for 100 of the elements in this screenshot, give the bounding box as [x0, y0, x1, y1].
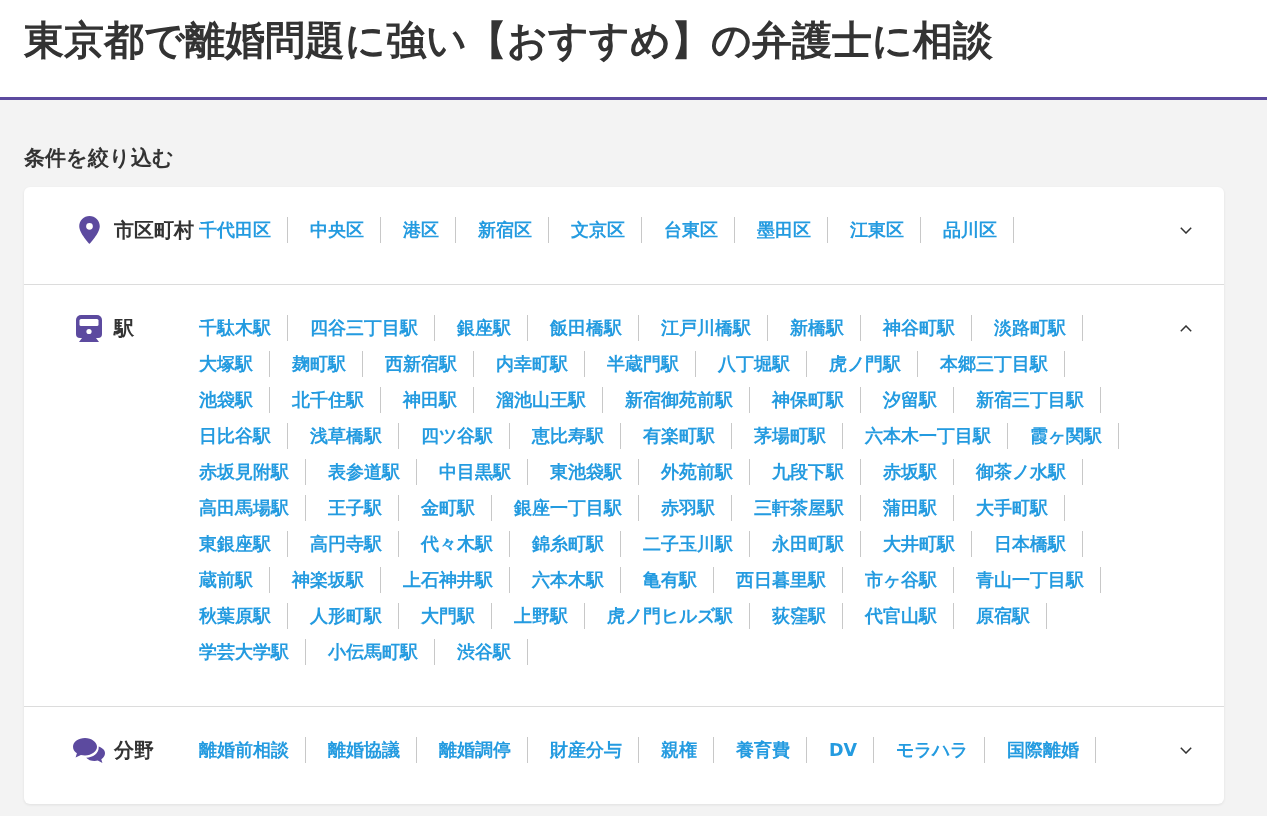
- chevron-down-icon[interactable]: [1180, 226, 1192, 234]
- filter-link[interactable]: 新橋駅: [790, 315, 861, 341]
- filter-link[interactable]: 上野駅: [514, 603, 585, 629]
- filter-link[interactable]: 上石神井駅: [403, 567, 510, 593]
- filter-link[interactable]: 秋葉原駅: [199, 603, 288, 629]
- filter-link[interactable]: 霞ヶ関駅: [1030, 423, 1119, 449]
- filter-link[interactable]: 銀座一丁目駅: [514, 495, 639, 521]
- filter-link[interactable]: 新宿区: [478, 217, 549, 243]
- filter-link[interactable]: 御茶ノ水駅: [976, 459, 1083, 485]
- filter-link[interactable]: 虎ノ門ヒルズ駅: [607, 603, 750, 629]
- filter-link[interactable]: 麹町駅: [292, 351, 363, 377]
- filter-link[interactable]: 品川区: [943, 217, 1014, 243]
- filter-link[interactable]: 墨田区: [757, 217, 828, 243]
- filter-link[interactable]: 離婚調停: [439, 737, 528, 763]
- filter-link[interactable]: 江戸川橋駅: [661, 315, 768, 341]
- filter-link[interactable]: 恵比寿駅: [532, 423, 621, 449]
- filter-link[interactable]: 代官山駅: [865, 603, 954, 629]
- filter-link[interactable]: モラハラ: [896, 737, 986, 763]
- filter-link[interactable]: 千代田区: [199, 217, 288, 243]
- filter-link[interactable]: 六本木一丁目駅: [865, 423, 1008, 449]
- filter-link[interactable]: 三軒茶屋駅: [754, 495, 861, 521]
- chevron-down-icon[interactable]: [1180, 746, 1192, 754]
- filter-link[interactable]: 代々木駅: [421, 531, 510, 557]
- filter-link[interactable]: 養育費: [736, 737, 807, 763]
- filter-link[interactable]: 荻窪駅: [772, 603, 843, 629]
- filter-link[interactable]: 淡路町駅: [994, 315, 1083, 341]
- filter-link[interactable]: 原宿駅: [976, 603, 1047, 629]
- page-title: 東京都で離婚問題に強い【おすすめ】の弁護士に相談: [24, 16, 994, 65]
- filter-link[interactable]: DV: [829, 737, 875, 763]
- filter-link[interactable]: 池袋駅: [199, 387, 270, 413]
- filter-link[interactable]: 虎ノ門駅: [829, 351, 918, 377]
- filter-link[interactable]: 蔵前駅: [199, 567, 270, 593]
- filter-link[interactable]: 西新宿駅: [385, 351, 474, 377]
- filter-link[interactable]: 渋谷駅: [457, 639, 528, 665]
- filter-link[interactable]: 大門駅: [421, 603, 492, 629]
- filter-link[interactable]: 北千住駅: [292, 387, 381, 413]
- filter-link[interactable]: 赤羽駅: [661, 495, 732, 521]
- filter-link[interactable]: 八丁堀駅: [718, 351, 807, 377]
- filter-link[interactable]: 神田駅: [403, 387, 474, 413]
- section-label: 駅: [114, 315, 135, 341]
- filter-link[interactable]: 親権: [661, 737, 714, 763]
- filter-link[interactable]: 大井町駅: [883, 531, 972, 557]
- filter-link[interactable]: 汐留駅: [883, 387, 954, 413]
- chevron-up-icon[interactable]: [1180, 324, 1192, 332]
- filter-link[interactable]: 文京区: [571, 217, 642, 243]
- filter-link[interactable]: 神保町駅: [772, 387, 861, 413]
- filter-link[interactable]: 新宿御苑前駅: [625, 387, 750, 413]
- filter-link[interactable]: 青山一丁目駅: [976, 567, 1101, 593]
- filter-link[interactable]: 蒲田駅: [883, 495, 954, 521]
- filter-link[interactable]: 神谷町駅: [883, 315, 972, 341]
- filter-link[interactable]: 本郷三丁目駅: [940, 351, 1065, 377]
- filter-link[interactable]: 有楽町駅: [643, 423, 732, 449]
- filter-link[interactable]: 表参道駅: [328, 459, 417, 485]
- filter-link[interactable]: 九段下駅: [772, 459, 861, 485]
- filter-link[interactable]: 離婚協議: [328, 737, 417, 763]
- section-label: 市区町村: [114, 217, 195, 243]
- filter-link[interactable]: 日比谷駅: [199, 423, 288, 449]
- filter-link[interactable]: 東銀座駅: [199, 531, 288, 557]
- filter-link[interactable]: 人形町駅: [310, 603, 399, 629]
- filter-link[interactable]: 四谷三丁目駅: [310, 315, 435, 341]
- filter-link[interactable]: 飯田橋駅: [550, 315, 639, 341]
- filter-link[interactable]: 離婚前相談: [199, 737, 306, 763]
- filter-link[interactable]: 銀座駅: [457, 315, 528, 341]
- filter-link[interactable]: 外苑前駅: [661, 459, 750, 485]
- filter-link[interactable]: 財産分与: [550, 737, 639, 763]
- filter-link[interactable]: 二子玉川駅: [643, 531, 750, 557]
- filter-link[interactable]: 大塚駅: [199, 351, 270, 377]
- filter-link[interactable]: 亀有駅: [643, 567, 714, 593]
- filter-link[interactable]: 学芸大学駅: [199, 639, 306, 665]
- filter-link[interactable]: 千駄木駅: [199, 315, 288, 341]
- filter-link[interactable]: 永田町駅: [772, 531, 861, 557]
- filter-link[interactable]: 日本橋駅: [994, 531, 1083, 557]
- filter-link[interactable]: 溜池山王駅: [496, 387, 603, 413]
- filter-link[interactable]: 四ツ谷駅: [421, 423, 510, 449]
- filter-link[interactable]: 茅場町駅: [754, 423, 843, 449]
- filter-link[interactable]: 中目黒駅: [439, 459, 528, 485]
- filter-link[interactable]: 半蔵門駅: [607, 351, 696, 377]
- filter-link[interactable]: 赤坂見附駅: [199, 459, 306, 485]
- filter-link[interactable]: 金町駅: [421, 495, 492, 521]
- train-icon: [76, 314, 102, 342]
- filter-link[interactable]: 市ヶ谷駅: [865, 567, 954, 593]
- filter-link[interactable]: 台東区: [664, 217, 735, 243]
- filter-link[interactable]: 東池袋駅: [550, 459, 639, 485]
- filter-link[interactable]: 高円寺駅: [310, 531, 399, 557]
- filter-link[interactable]: 赤坂駅: [883, 459, 954, 485]
- filter-link[interactable]: 港区: [403, 217, 456, 243]
- filter-link[interactable]: 江東区: [850, 217, 921, 243]
- filter-link[interactable]: 西日暮里駅: [736, 567, 843, 593]
- filter-link[interactable]: 王子駅: [328, 495, 399, 521]
- filter-link[interactable]: 小伝馬町駅: [328, 639, 435, 665]
- filter-link[interactable]: 新宿三丁目駅: [976, 387, 1101, 413]
- filter-link[interactable]: 国際離婚: [1007, 737, 1097, 763]
- filter-link[interactable]: 浅草橋駅: [310, 423, 399, 449]
- filter-link[interactable]: 大手町駅: [976, 495, 1065, 521]
- filter-link[interactable]: 中央区: [310, 217, 381, 243]
- filter-link[interactable]: 高田馬場駅: [199, 495, 306, 521]
- filter-link[interactable]: 錦糸町駅: [532, 531, 621, 557]
- filter-link[interactable]: 内幸町駅: [496, 351, 585, 377]
- filter-link[interactable]: 六本木駅: [532, 567, 621, 593]
- filter-link[interactable]: 神楽坂駅: [292, 567, 381, 593]
